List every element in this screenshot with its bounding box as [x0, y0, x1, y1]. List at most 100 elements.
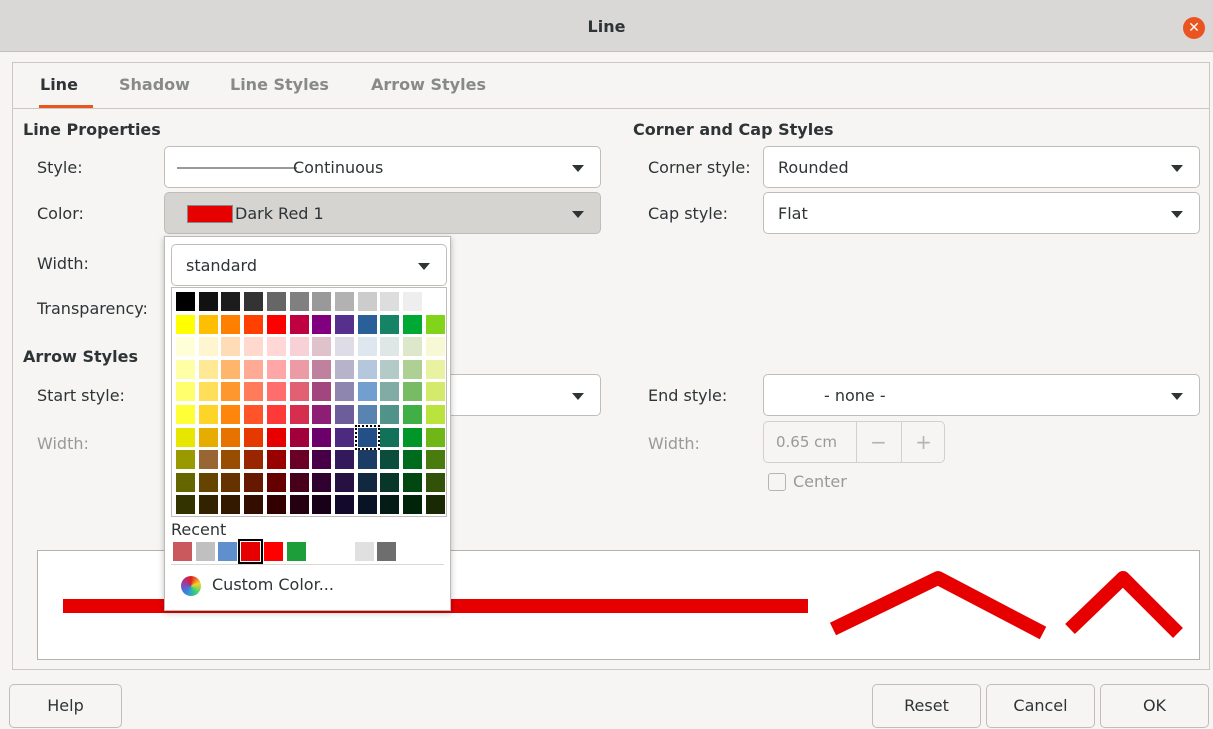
color-swatch-option[interactable] — [176, 382, 195, 402]
color-swatch-option[interactable] — [354, 424, 380, 450]
color-swatch-option[interactable] — [357, 472, 377, 492]
recent-color-swatch[interactable] — [309, 542, 329, 561]
color-swatch-option[interactable] — [380, 292, 400, 311]
cap-style-dropdown[interactable]: Flat — [763, 192, 1200, 234]
increment-button[interactable]: + — [901, 422, 945, 462]
color-swatch-option[interactable] — [198, 472, 218, 492]
color-swatch-option[interactable] — [425, 405, 445, 424]
color-swatch-option[interactable] — [266, 495, 286, 515]
color-swatch-option[interactable] — [403, 359, 422, 379]
color-swatch-option[interactable] — [312, 382, 332, 402]
color-swatch-option[interactable] — [176, 450, 195, 470]
color-swatch-option[interactable] — [198, 427, 218, 447]
color-swatch-option[interactable] — [403, 314, 422, 334]
tab-shadow[interactable]: Shadow — [119, 75, 190, 94]
color-swatch-option[interactable] — [176, 337, 195, 357]
color-swatch-option[interactable] — [266, 405, 286, 424]
color-swatch-option[interactable] — [266, 359, 286, 379]
color-swatch-option[interactable] — [198, 382, 218, 402]
color-swatch-option[interactable] — [425, 472, 445, 492]
color-swatch-option[interactable] — [244, 337, 264, 357]
color-swatch-option[interactable] — [266, 337, 286, 357]
color-swatch-option[interactable] — [221, 359, 241, 379]
color-swatch-option[interactable] — [334, 359, 354, 379]
color-swatch-option[interactable] — [289, 427, 309, 447]
color-swatch-option[interactable] — [244, 382, 264, 402]
recent-color-swatch[interactable] — [354, 542, 374, 561]
color-swatch-option[interactable] — [334, 337, 354, 357]
color-swatch-option[interactable] — [198, 337, 218, 357]
color-swatch-option[interactable] — [198, 405, 218, 424]
color-swatch-option[interactable] — [312, 337, 332, 357]
ok-button[interactable]: OK — [1100, 684, 1209, 728]
reset-button[interactable]: Reset — [872, 684, 981, 728]
color-swatch-option[interactable] — [403, 382, 422, 402]
color-swatch-option[interactable] — [425, 292, 445, 311]
color-swatch-option[interactable] — [244, 359, 264, 379]
recent-color-swatch[interactable] — [238, 539, 264, 564]
color-swatch-option[interactable] — [198, 495, 218, 515]
color-swatch-option[interactable] — [334, 472, 354, 492]
color-swatch-option[interactable] — [266, 314, 286, 334]
color-swatch-option[interactable] — [334, 314, 354, 334]
color-swatch-option[interactable] — [244, 427, 264, 447]
color-swatch-option[interactable] — [357, 382, 377, 402]
color-swatch-option[interactable] — [176, 314, 195, 334]
recent-color-swatch[interactable] — [218, 542, 238, 561]
color-swatch-option[interactable] — [176, 359, 195, 379]
color-swatch-option[interactable] — [357, 405, 377, 424]
tab-line-styles[interactable]: Line Styles — [230, 75, 329, 94]
color-swatch-option[interactable] — [244, 450, 264, 470]
recent-color-swatch[interactable] — [195, 542, 215, 561]
style-dropdown[interactable]: Continuous — [164, 146, 601, 188]
color-swatch-option[interactable] — [221, 495, 241, 515]
color-swatch-option[interactable] — [312, 359, 332, 379]
color-swatch-option[interactable] — [266, 292, 286, 311]
color-swatch-option[interactable] — [198, 450, 218, 470]
color-swatch-option[interactable] — [266, 472, 286, 492]
color-swatch-option[interactable] — [425, 359, 445, 379]
color-swatch-option[interactable] — [266, 427, 286, 447]
help-button[interactable]: Help — [9, 684, 122, 728]
color-swatch-option[interactable] — [312, 495, 332, 515]
close-icon[interactable]: ✕ — [1183, 17, 1205, 39]
color-swatch-option[interactable] — [244, 314, 264, 334]
tab-line[interactable]: Line — [40, 75, 78, 94]
color-swatch-option[interactable] — [312, 472, 332, 492]
color-swatch-option[interactable] — [289, 450, 309, 470]
color-swatch-option[interactable] — [425, 337, 445, 357]
color-swatch-option[interactable] — [380, 359, 400, 379]
color-swatch-option[interactable] — [403, 337, 422, 357]
recent-color-swatch[interactable] — [331, 542, 351, 561]
recent-color-swatch[interactable] — [286, 542, 306, 561]
color-swatch-option[interactable] — [357, 337, 377, 357]
color-swatch-option[interactable] — [334, 382, 354, 402]
color-swatch-option[interactable] — [312, 427, 332, 447]
color-swatch-option[interactable] — [380, 450, 400, 470]
color-swatch-option[interactable] — [289, 495, 309, 515]
color-swatch-option[interactable] — [221, 337, 241, 357]
cancel-button[interactable]: Cancel — [986, 684, 1095, 728]
color-swatch-option[interactable] — [244, 495, 264, 515]
color-swatch-option[interactable] — [357, 450, 377, 470]
recent-color-swatch[interactable] — [377, 542, 397, 561]
color-swatch-option[interactable] — [357, 495, 377, 515]
color-swatch-option[interactable] — [221, 450, 241, 470]
color-swatch-option[interactable] — [244, 472, 264, 492]
color-swatch-option[interactable] — [289, 314, 309, 334]
color-swatch-option[interactable] — [289, 359, 309, 379]
color-swatch-option[interactable] — [221, 292, 241, 311]
color-swatch-option[interactable] — [425, 314, 445, 334]
color-swatch-option[interactable] — [312, 405, 332, 424]
color-swatch-option[interactable] — [176, 292, 195, 311]
color-swatch-option[interactable] — [312, 314, 332, 334]
color-swatch-option[interactable] — [289, 382, 309, 402]
color-swatch-option[interactable] — [380, 337, 400, 357]
color-swatch-option[interactable] — [403, 450, 422, 470]
color-swatch-option[interactable] — [403, 495, 422, 515]
color-swatch-option[interactable] — [380, 314, 400, 334]
color-swatch-option[interactable] — [312, 450, 332, 470]
color-swatch-option[interactable] — [176, 405, 195, 424]
color-swatch-option[interactable] — [289, 405, 309, 424]
color-swatch-option[interactable] — [425, 382, 445, 402]
